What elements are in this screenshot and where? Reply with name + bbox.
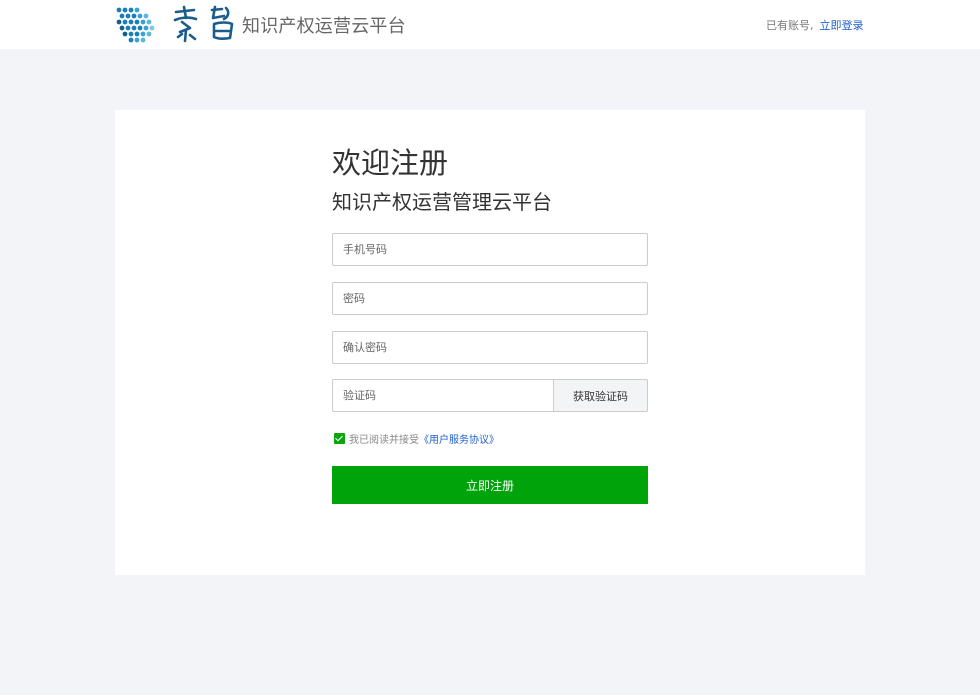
confirm-password-input[interactable]	[332, 331, 648, 364]
agreement-row: 我已阅读并接受 《用户服务协议》	[334, 431, 499, 446]
platform-subheading: 知识产权运营管理云平台	[332, 190, 552, 214]
get-code-button[interactable]: 获取验证码	[553, 379, 648, 412]
login-link[interactable]: 立即登录	[820, 19, 864, 32]
has-account-text: 已有账号,	[766, 19, 814, 32]
register-button[interactable]: 立即注册	[332, 466, 648, 504]
register-card: 欢迎注册 知识产权运营管理云平台 获取验证码 我已阅读并接受 《用户服务协议》 …	[115, 110, 865, 575]
site-title: 知识产权运营云平台	[242, 16, 406, 37]
agree-checkbox[interactable]	[334, 432, 345, 444]
calligraphy-logo-icon	[173, 5, 234, 43]
welcome-heading: 欢迎注册	[332, 146, 449, 180]
password-input[interactable]	[332, 282, 648, 315]
agreement-link[interactable]: 《用户服务协议》	[419, 431, 499, 446]
phone-input[interactable]	[332, 233, 648, 266]
agree-text: 我已阅读并接受	[349, 434, 419, 446]
top-header: 知识产权运营云平台 已有账号, 立即登录	[0, 0, 980, 49]
verification-code-input[interactable]	[332, 379, 554, 412]
login-prompt: 已有账号, 立即登录	[766, 17, 864, 33]
verification-code-row: 获取验证码	[332, 379, 648, 412]
dot-grid-logo-icon	[116, 7, 155, 43]
